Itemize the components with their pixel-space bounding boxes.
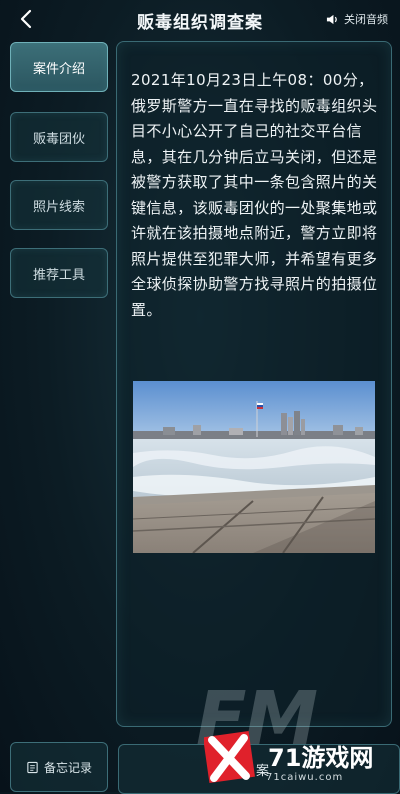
content-panel: 2021年10月23日上午08：00分，俄罗斯警方一直在寻找的贩毒组织头目不小心… bbox=[116, 41, 392, 727]
audio-toggle-label: 关闭音频 bbox=[344, 13, 388, 26]
case-photo-image bbox=[133, 381, 375, 553]
sidebar-item-label: 贩毒团伙 bbox=[32, 131, 85, 147]
sidebar-item-photo-clues[interactable]: 照片线索 bbox=[10, 180, 108, 230]
top-bar: 贩毒组织调查案 关闭音频 bbox=[0, 0, 400, 38]
sidebar-item-label: 案件介绍 bbox=[32, 61, 85, 77]
memo-label: 备忘记录 bbox=[43, 760, 92, 775]
case-description: 2021年10月23日上午08：00分，俄罗斯警方一直在寻找的贩毒组织头目不小心… bbox=[131, 71, 378, 319]
notebook-icon bbox=[27, 761, 38, 773]
sidebar-item-drug-gang[interactable]: 贩毒团伙 bbox=[10, 112, 108, 162]
speaker-icon bbox=[326, 14, 337, 24]
case-photo[interactable] bbox=[133, 381, 375, 553]
sidebar-item-label: 照片线索 bbox=[32, 199, 85, 215]
sidebar-item-case-intro[interactable]: 案件介绍 bbox=[10, 42, 108, 92]
audio-toggle-button[interactable]: 关闭音频 bbox=[326, 11, 388, 27]
watermark-site-url: 71caiwu.com bbox=[266, 772, 344, 783]
watermark-site-name: 71游戏网 bbox=[268, 744, 374, 772]
sidebar-item-tools[interactable]: 推荐工具 bbox=[10, 248, 108, 298]
sidebar-item-label: 推荐工具 bbox=[32, 267, 85, 283]
memo-button[interactable]: 备忘记录 bbox=[10, 742, 108, 792]
